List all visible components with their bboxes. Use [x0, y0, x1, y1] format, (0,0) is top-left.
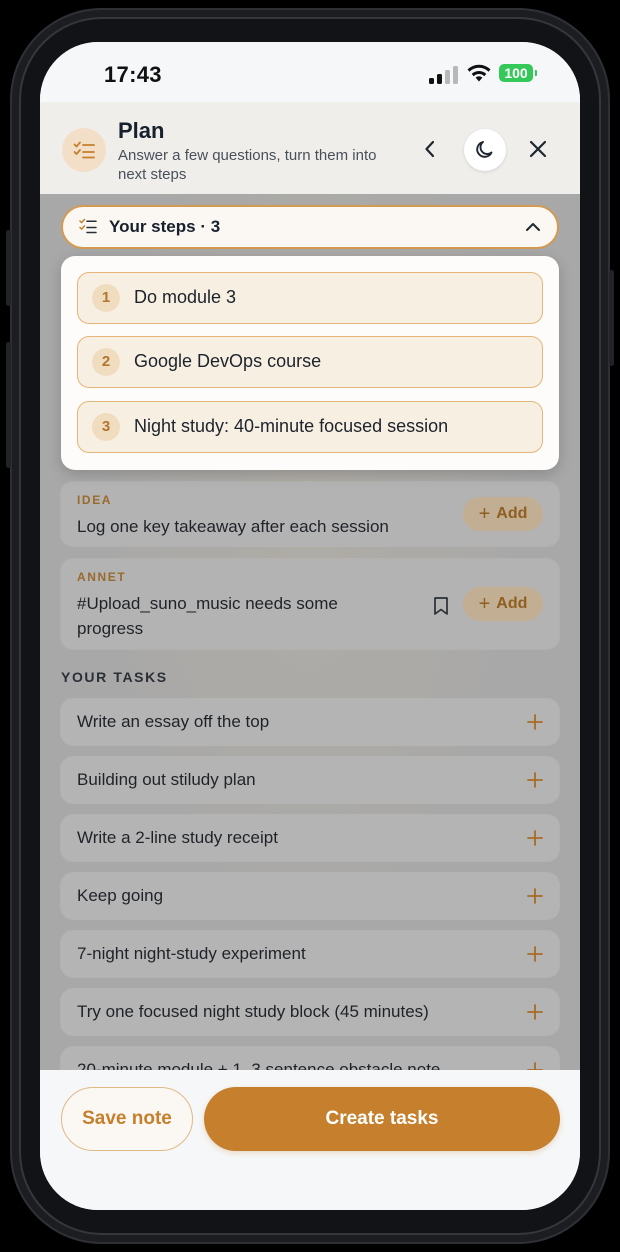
plus-icon: +	[478, 592, 491, 615]
checklist-icon	[62, 128, 106, 172]
suggestion-card: ANNET #Upload_suno_music needs some prog…	[61, 559, 559, 649]
page-title: Plan	[118, 118, 165, 143]
suggestion-kicker: ANNET	[77, 570, 127, 584]
battery-icon	[535, 70, 537, 76]
task-row[interactable]: 20-minute module + 1–3 sentence obstacle…	[61, 1047, 559, 1070]
task-row[interactable]: 7-night night-study experiment	[61, 931, 559, 977]
app-screen: 17:43 100 Plan Answer a few questions, t…	[40, 42, 580, 1210]
task-title: Building out stiludy plan	[77, 770, 256, 789]
cellular-signal-icon	[429, 66, 459, 84]
bookmark-icon[interactable]	[432, 596, 450, 616]
task-row[interactable]: Write a 2-line study receipt	[61, 815, 559, 861]
wifi-icon	[467, 64, 491, 82]
steps-toggle-label: Your steps · 3	[109, 217, 221, 236]
plan-header: Plan Answer a few questions, turn them i…	[40, 102, 580, 194]
suggestion-text: #Upload_suno_music needs some progress	[77, 594, 338, 638]
steps-toggle-button[interactable]: Your steps · 3	[61, 205, 559, 249]
step-label: Night study: 40-minute focused session	[134, 416, 449, 436]
volume-up-button	[6, 230, 11, 306]
task-row[interactable]: Write an essay off the top	[61, 699, 559, 745]
plus-icon[interactable]	[523, 942, 547, 966]
page-subtitle: Answer a few questions, turn them into n…	[118, 147, 377, 183]
suggestion-text: Log one key takeaway after each session	[77, 517, 389, 536]
chevron-left-icon	[425, 140, 435, 158]
task-title: Try one focused night study block (45 mi…	[77, 1002, 429, 1021]
status-bar: 17:43 100	[40, 42, 580, 102]
battery-level: 100	[499, 64, 533, 82]
steps-dropdown: 1 Do module 3 2 Google DevOps course 3 N…	[61, 256, 559, 470]
add-suggestion-button[interactable]: + Add	[463, 587, 543, 621]
plus-icon[interactable]	[523, 826, 547, 850]
plus-icon: +	[478, 502, 491, 525]
suggestion-kicker: IDEA	[77, 493, 113, 507]
task-title: 20-minute module + 1–3 sentence obstacle…	[77, 1060, 441, 1070]
task-title: Write a 2-line study receipt	[77, 828, 278, 847]
moon-icon	[476, 141, 493, 158]
task-row[interactable]: Try one focused night study block (45 mi…	[61, 989, 559, 1035]
task-row[interactable]: Building out stiludy plan	[61, 757, 559, 803]
plus-icon[interactable]	[523, 1058, 547, 1070]
chevron-up-icon	[526, 223, 540, 231]
plus-icon[interactable]	[523, 1000, 547, 1024]
add-label: Add	[496, 595, 528, 612]
step-item[interactable]: 2 Google DevOps course	[77, 336, 543, 388]
plus-icon[interactable]	[523, 710, 547, 734]
step-number: 3	[92, 413, 120, 441]
add-label: Add	[496, 505, 528, 522]
checklist-icon	[79, 218, 97, 234]
plus-icon[interactable]	[523, 884, 547, 908]
plus-icon[interactable]	[523, 768, 547, 792]
step-number: 2	[92, 348, 120, 376]
step-item[interactable]: 1 Do module 3	[77, 272, 543, 324]
task-title: Write an essay off the top	[77, 712, 270, 731]
step-label: Google DevOps course	[134, 351, 322, 371]
theme-toggle-button[interactable]	[464, 129, 506, 171]
step-number: 1	[92, 284, 120, 312]
close-icon	[529, 140, 547, 158]
suggestion-card: IDEA Log one key takeaway after each ses…	[61, 482, 559, 546]
task-title: 7-night night-study experiment	[77, 944, 306, 963]
bottom-action-bar: Save note Create tasks	[40, 1070, 580, 1210]
close-button[interactable]	[517, 128, 559, 170]
add-suggestion-button[interactable]: + Add	[463, 497, 543, 531]
step-label: Do module 3	[134, 287, 237, 307]
back-button[interactable]	[409, 128, 451, 170]
task-title: Keep going	[77, 886, 164, 905]
tasks-section-label: YOUR TASKS	[61, 669, 168, 685]
step-item[interactable]: 3 Night study: 40-minute focused session	[77, 401, 543, 453]
status-time: 17:43	[104, 62, 162, 87]
save-note-button[interactable]: Save note	[61, 1087, 193, 1151]
power-button	[609, 270, 614, 366]
task-row[interactable]: Keep going	[61, 873, 559, 919]
volume-down-button	[6, 342, 11, 468]
create-tasks-button[interactable]: Create tasks	[204, 1087, 560, 1151]
